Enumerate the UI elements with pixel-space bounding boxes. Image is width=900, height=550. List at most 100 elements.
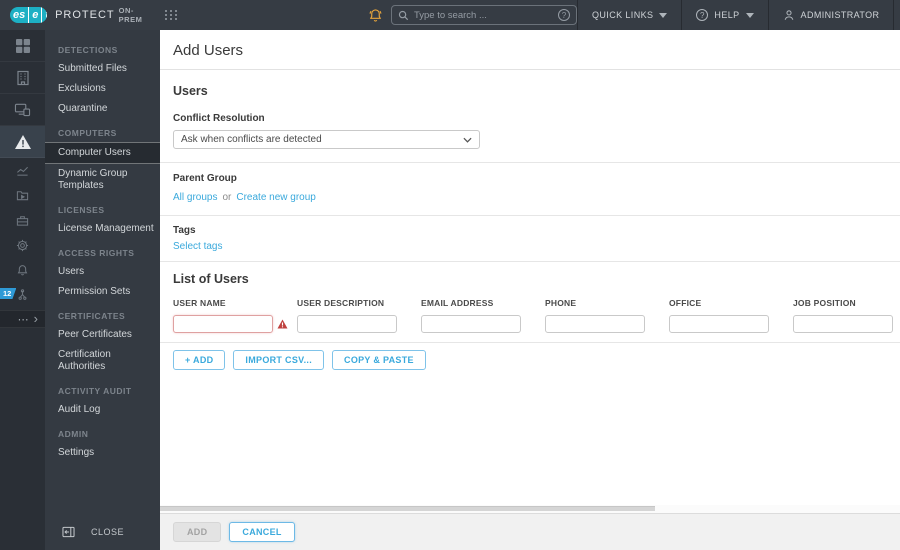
product-edition: ON-PREM [118,6,143,24]
create-new-group-link[interactable]: Create new group [236,192,316,203]
sidebar-item-audit-log[interactable]: Audit Log [45,400,160,420]
validation-warning-icon [277,316,288,334]
select-tags-link[interactable]: Select tags [173,241,222,252]
column-header-job-position: JOB POSITION [793,298,856,308]
sidebar-header-licenses: LICENSES [58,205,105,215]
nav-submitted-files-icon[interactable] [0,62,45,94]
topbar-menu: QUICK LINKS ? HELP ADMINISTRATOR LOGOUT … [577,0,900,30]
divider [160,162,900,163]
or-text: or [222,192,232,203]
eset-logo-seg: es [10,7,29,23]
top-bar: eset PROTECT ON-PREM ? QUICK LIN [0,0,900,30]
chevron-down-icon [745,12,754,18]
nav-detections-icon[interactable] [0,126,45,158]
column-header-email-address: EMAIL ADDRESS [421,298,494,308]
users-table: USER NAME USER DESCRIPTION EMAIL ADDRESS… [173,298,893,334]
chevron-down-icon [463,137,472,143]
sidebar-item-users[interactable]: Users [45,262,160,282]
parent-group-label: Parent Group [173,173,237,184]
conflict-resolution-select[interactable]: Ask when conflicts are detected [173,130,480,149]
more-dots-icon: ⋯ [17,313,29,326]
chevron-down-icon [659,12,668,18]
user-description-input[interactable] [297,314,397,333]
sidebar-item-quarantine[interactable]: Quarantine [45,99,160,119]
all-groups-link[interactable]: All groups [173,192,217,203]
user-name-input[interactable] [173,314,273,333]
app-window: eset PROTECT ON-PREM ? QUICK LIN [0,0,900,550]
quick-links-menu[interactable]: QUICK LINKS [577,0,681,30]
search-box: ? [391,5,577,25]
icon-rail: 12 ⋯ › [0,30,45,550]
topbar-center: ? [368,0,577,30]
office-input[interactable] [669,314,769,333]
page-title: Add Users [160,30,900,70]
sidebar: DETECTIONS Submitted Files Exclusions Qu… [45,30,160,550]
sidebar-item-peer-certificates[interactable]: Peer Certificates [45,325,160,345]
rail-expand-button[interactable]: ⋯ › [0,310,45,328]
user-label: ADMINISTRATOR [800,10,880,20]
email-address-input[interactable] [421,314,521,333]
sidebar-item-settings[interactable]: Settings [45,443,160,463]
nav-notifications-icon[interactable] [0,258,45,283]
help-menu[interactable]: ? HELP [681,0,767,30]
chevron-right-icon: › [33,311,38,326]
cancel-button[interactable]: CANCEL [229,522,295,542]
user-menu[interactable]: ADMINISTRATOR [767,0,894,30]
search-icon [398,10,409,20]
nav-tasks-icon[interactable] [0,183,45,208]
sidebar-header-admin: ADMIN [58,429,89,439]
sidebar-header-computers: COMPUTERS [58,128,117,138]
sidebar-close-label: CLOSE [91,527,125,537]
horizontal-scrollbar [160,505,900,513]
sidebar-item-computer-users[interactable]: Computer Users [45,142,160,164]
eset-logo-seg: t [41,7,48,23]
sidebar-item-exclusions[interactable]: Exclusions [45,79,160,99]
notification-bell-icon[interactable] [368,8,383,23]
search-help-icon[interactable]: ? [558,9,570,21]
sidebar-item-certification-authorities[interactable]: Certification Authorities [45,345,160,377]
help-label: HELP [714,10,740,20]
column-header-phone: PHONE [545,298,577,308]
form-content: Users Conflict Resolution Ask when confl… [160,70,900,505]
nav-dashboard-icon[interactable] [0,30,45,62]
sidebar-item-license-management[interactable]: License Management [45,219,160,239]
tags-label: Tags [173,225,196,236]
column-header-user-description: USER DESCRIPTION [297,298,385,308]
app-grid-icon[interactable] [165,10,178,20]
sidebar-close-button[interactable]: CLOSE [45,520,160,544]
import-csv-button[interactable]: IMPORT CSV... [233,349,325,370]
sidebar-header-certificates: CERTIFICATES [58,311,126,321]
sidebar-header-access-rights: ACCESS RIGHTS [58,248,135,258]
add-button[interactable]: ADD [173,522,222,542]
main-panel: Add Users Users Conflict Resolution Ask … [160,30,900,550]
status-badge: 12 [0,288,17,299]
help-circle-icon: ? [696,9,709,21]
users-section-heading: Users [173,84,208,98]
sidebar-header-activity-audit: ACTIVITY AUDIT [58,386,132,396]
column-header-office: OFFICE [669,298,702,308]
nav-reports-icon[interactable] [0,158,45,183]
horizontal-scrollbar-thumb[interactable] [160,506,655,511]
add-row-button[interactable]: + ADD [173,349,226,370]
conflict-resolution-label: Conflict Resolution [173,113,265,124]
nav-computers-icon[interactable] [0,94,45,126]
nav-installers-icon[interactable] [0,208,45,233]
eset-logo-seg: e [28,7,42,23]
phone-input[interactable] [545,314,645,333]
nav-status-overview-icon[interactable]: 12 [0,283,45,308]
person-icon [784,10,793,20]
collapse-panel-icon [62,526,75,538]
column-header-user-name: USER NAME [173,298,226,308]
sidebar-item-submitted-files[interactable]: Submitted Files [45,59,160,79]
conflict-resolution-value: Ask when conflicts are detected [181,134,322,145]
action-bar: ADD CANCEL [160,513,900,550]
logout-button[interactable]: LOGOUT > 59 min [893,0,900,30]
sidebar-item-permission-sets[interactable]: Permission Sets [45,282,160,302]
search-input[interactable] [414,9,553,21]
list-of-users-heading: List of Users [173,272,249,286]
job-position-input[interactable] [793,314,893,333]
copy-paste-button[interactable]: COPY & PASTE [332,349,426,370]
sidebar-item-dynamic-group-templates[interactable]: Dynamic Group Templates [45,164,160,196]
divider [160,215,900,216]
nav-policies-icon[interactable] [0,233,45,258]
